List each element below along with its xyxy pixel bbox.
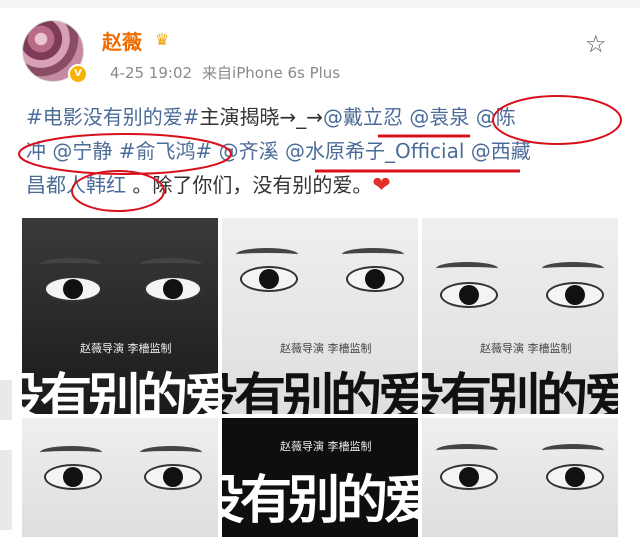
poster-eyebrow — [342, 248, 404, 261]
mention-link[interactable]: @袁泉 — [409, 105, 469, 129]
poster-eye — [346, 266, 404, 292]
poster-credits: 赵薇导演 李檣监制 — [280, 440, 372, 453]
post-time[interactable]: 4-25 19:02 — [110, 64, 192, 82]
poster-eyebrow — [542, 444, 604, 457]
mention-link[interactable]: 人韩红 — [66, 173, 126, 197]
mention-link[interactable]: @水原希子_Official — [285, 139, 464, 163]
poster-eyebrow — [236, 248, 298, 261]
poster-image[interactable]: 赵薇导演 李檣监制 没有别的爱 — [222, 218, 418, 414]
poster-eye — [440, 282, 498, 308]
mention-link[interactable]: @陈 — [476, 105, 516, 129]
mention-link[interactable]: @宁静 — [52, 139, 112, 163]
poster-eye — [440, 464, 498, 490]
background-fragment — [0, 450, 12, 530]
mention-link[interactable]: 冲 — [26, 139, 46, 163]
heart-icon: ❤ — [372, 173, 391, 198]
poster-credits: 赵薇导演 李檣监制 — [280, 342, 372, 355]
hashtag-link[interactable]: #电影没有别的爱# — [26, 105, 200, 129]
vip-crown-icon: ♛ — [155, 30, 170, 49]
poster-image[interactable]: 赵薇导演 李檣监制 没有别的爱 — [422, 218, 618, 414]
poster-credits: 赵薇导演 李檣监制 — [480, 342, 572, 355]
background-fragment — [0, 380, 12, 420]
poster-eye — [44, 464, 102, 490]
poster-eye — [44, 276, 102, 302]
post-text: #电影没有别的爱#主演揭晓→_→@戴立忍 @袁泉 @陈 冲 @宁静 #俞飞鸿# … — [26, 100, 626, 203]
poster-eyebrow — [40, 446, 102, 459]
poster-title: 没有别的爱 — [422, 368, 618, 414]
poster-image[interactable] — [22, 418, 218, 537]
poster-image[interactable]: 赵薇导演 李檣监制 没有别的爱 — [222, 418, 418, 537]
mention-link[interactable]: 昌都 — [26, 173, 66, 197]
poster-title: 没有别的爱 — [22, 368, 218, 414]
post-meta: 4-25 19:02 来自iPhone 6s Plus — [110, 62, 340, 83]
verified-badge-icon: V — [68, 64, 88, 84]
favorite-star-icon[interactable]: ☆ — [585, 30, 607, 58]
poster-credits: 赵薇导演 李檣监制 — [80, 342, 172, 355]
poster-title: 没有别的爱 — [222, 470, 418, 531]
top-strip — [0, 0, 640, 8]
poster-eye — [546, 464, 604, 490]
poster-eye — [144, 276, 202, 302]
poster-image[interactable] — [422, 418, 618, 537]
mention-link[interactable]: @戴立忍 — [323, 105, 403, 129]
post-text-segment: 。除了你们，没有别的爱。 — [126, 173, 373, 197]
poster-eyebrow — [436, 444, 498, 457]
post-text-segment: 主演揭晓→_→ — [199, 105, 324, 129]
poster-eye — [240, 266, 298, 292]
poster-eyebrow — [40, 258, 102, 271]
poster-image[interactable]: 赵薇导演 李檣监制 没有别的爱 — [22, 218, 218, 414]
post-text-line: 冲 @宁静 #俞飞鸿# @齐溪 @水原希子_Official @西藏 — [26, 134, 626, 168]
poster-eye — [144, 464, 202, 490]
mention-link[interactable]: @西藏 — [471, 139, 531, 163]
poster-eyebrow — [140, 446, 202, 459]
poster-eyebrow — [542, 262, 604, 275]
poster-eyebrow — [140, 258, 202, 271]
mention-link[interactable]: @齐溪 — [219, 139, 279, 163]
post-source: 来自iPhone 6s Plus — [202, 64, 341, 82]
hashtag-link[interactable]: #俞飞鸿# — [119, 139, 213, 163]
poster-title: 没有别的爱 — [222, 368, 418, 414]
post-text-line: #电影没有别的爱#主演揭晓→_→@戴立忍 @袁泉 @陈 — [26, 100, 626, 134]
username[interactable]: 赵薇 — [102, 26, 142, 55]
poster-eye — [546, 282, 604, 308]
post-text-line: 昌都人韩红 。除了你们，没有别的爱。❤ — [26, 168, 626, 203]
poster-eyebrow — [436, 262, 498, 275]
